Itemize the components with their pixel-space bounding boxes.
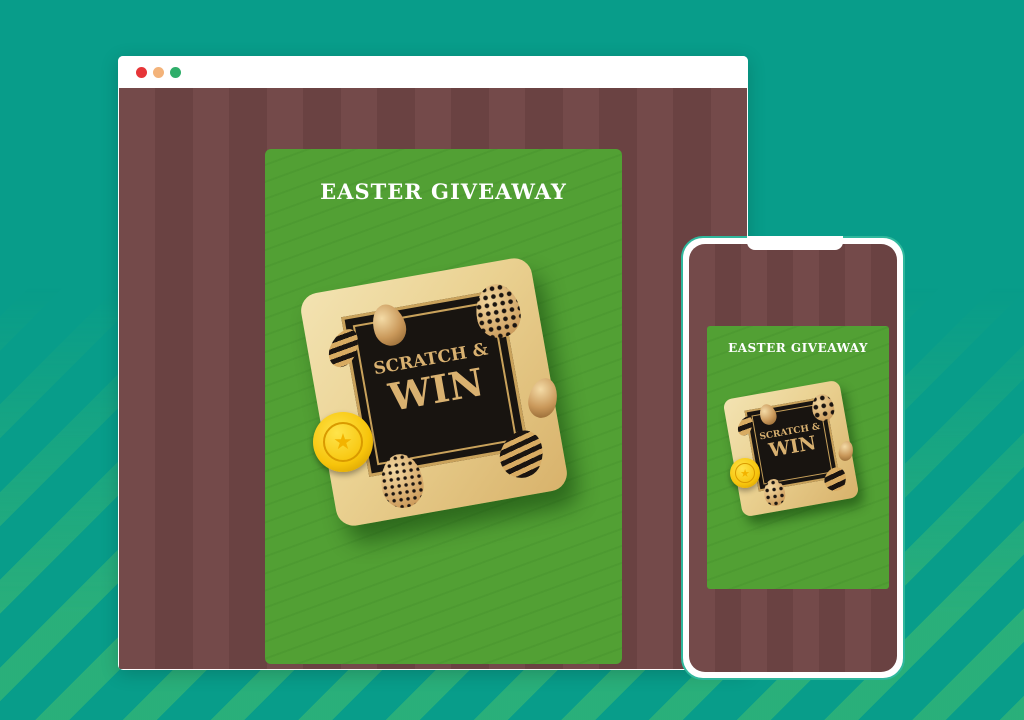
scratch-win-graphic-mobile[interactable]: SCRATCH & WIN ★: [722, 379, 865, 519]
browser-content: EASTER GIVEAWAY SCRATCH & WIN ★: [119, 88, 747, 669]
star-icon: ★: [735, 463, 755, 483]
minimize-window-dot[interactable]: [153, 67, 164, 78]
card-title-mobile: EASTER GIVEAWAY: [728, 341, 868, 355]
mobile-phone-mockup: EASTER GIVEAWAY SCRATCH & WIN ★: [681, 236, 905, 680]
phone-notch: [747, 236, 843, 250]
gold-coin: ★: [730, 458, 760, 488]
desktop-browser-mockup: EASTER GIVEAWAY SCRATCH & WIN ★: [118, 56, 748, 670]
phone-screen: EASTER GIVEAWAY SCRATCH & WIN ★: [689, 244, 897, 672]
close-window-dot[interactable]: [136, 67, 147, 78]
gold-coin: ★: [313, 412, 373, 472]
giveaway-card-mobile[interactable]: EASTER GIVEAWAY SCRATCH & WIN ★: [707, 326, 889, 589]
star-icon: ★: [323, 422, 363, 462]
scratch-win-graphic[interactable]: SCRATCH & WIN ★: [298, 255, 581, 532]
maximize-window-dot[interactable]: [170, 67, 181, 78]
giveaway-card[interactable]: EASTER GIVEAWAY SCRATCH & WIN ★: [265, 149, 622, 664]
browser-titlebar: [118, 56, 748, 88]
card-title: EASTER GIVEAWAY: [320, 179, 567, 204]
